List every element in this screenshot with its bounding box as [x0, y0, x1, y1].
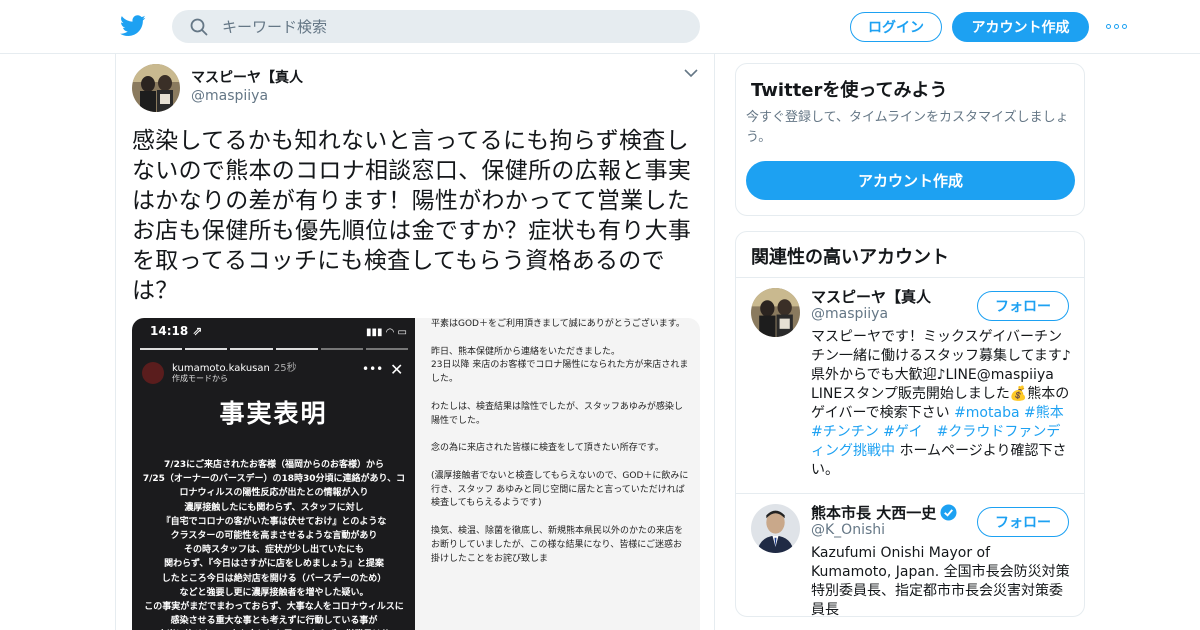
- top-navigation-bar: ログイン アカウント作成: [0, 0, 1200, 54]
- story-username: kumamoto.kakusan 25秒: [172, 363, 297, 374]
- related-title: 関連性の高いアカウント: [751, 247, 949, 268]
- story-close-icon: ✕: [390, 360, 404, 379]
- related-account-item: マスピーヤ【真人 @maspiiya フォロー マスピーヤです！ミックスゲイバー…: [736, 278, 1084, 494]
- tweet-media[interactable]: 14:18 ⇗ ▮▮▮ ◠ ▭ kumamoto.kakusan 25秒 作成モー…: [132, 318, 700, 630]
- author-name[interactable]: マスピーヤ【真人: [191, 67, 303, 87]
- tweet-text: 感染してるかも知れないと言ってるにも拘らず検査しないので熊本のコロナ相談窓口、保…: [132, 128, 692, 304]
- related-accounts-card: 関連性の高いアカウント マスピーヤ【真人 @maspiiya フォロー マスピー…: [735, 231, 1085, 617]
- story-subtitle: 作成モードから: [172, 374, 228, 383]
- follow-button[interactable]: フォロー: [977, 507, 1069, 537]
- search-input[interactable]: [222, 10, 682, 43]
- account-handle[interactable]: @maspiiya: [811, 306, 888, 322]
- notice-body-text: 平素はGOD＋をご利用頂きまして誠にありがとうございます。 昨日、熊本保健所から…: [431, 319, 689, 564]
- twitter-bird-logo-icon[interactable]: [120, 14, 146, 38]
- account-bio: マスピーヤです！ミックスゲイバーチンチン一緒に働けるスタッフ募集してます♪県外か…: [811, 329, 1071, 478]
- story-avatar: [142, 362, 164, 384]
- account-bio: Kazufumi Onishi Mayor of Kumamoto, Japan…: [811, 545, 1070, 617]
- promo-title: Twitterを使ってみよう: [751, 80, 948, 101]
- chevron-down-icon[interactable]: [684, 68, 698, 78]
- status-icons: ▮▮▮ ◠ ▭: [365, 327, 407, 338]
- account-avatar[interactable]: [751, 504, 800, 553]
- story-progress-bars: [140, 348, 409, 350]
- signup-promo-card: Twitterを使ってみよう 今すぐ登録して、タイムラインをカスタマイズしましょ…: [735, 63, 1085, 216]
- verified-badge-icon: [940, 504, 957, 521]
- story-more-icon: •••: [362, 362, 384, 376]
- tweet-card: マスピーヤ【真人 @maspiiya 感染してるかも知れないと言ってるにも拘らず…: [115, 54, 715, 630]
- status-time: 14:18 ⇗: [150, 324, 203, 338]
- account-avatar[interactable]: [751, 288, 800, 337]
- author-handle[interactable]: @maspiiya: [191, 88, 268, 104]
- search-box: [172, 10, 700, 43]
- author-avatar[interactable]: [132, 64, 180, 112]
- promo-signup-button[interactable]: アカウント作成: [746, 161, 1075, 200]
- account-name[interactable]: マスピーヤ【真人: [811, 286, 931, 307]
- story-title: 事実表明: [219, 399, 328, 428]
- more-options-icon[interactable]: [1106, 18, 1130, 34]
- promo-description: 今すぐ登録して、タイムラインをカスタマイズしましょう。: [746, 110, 1069, 145]
- related-account-item: 熊本市長 大西一史 @K_Onishi フォロー Kazufumi Onishi…: [736, 494, 1084, 617]
- follow-button[interactable]: フォロー: [977, 291, 1069, 321]
- search-icon: [190, 18, 208, 36]
- account-name[interactable]: 熊本市長 大西一史: [811, 502, 957, 523]
- media-image-notice-screenshot[interactable]: 平素はGOD＋をご利用頂きまして誠にありがとうございます。 昨日、熊本保健所から…: [415, 318, 700, 630]
- signup-button[interactable]: アカウント作成: [952, 12, 1089, 42]
- media-image-story-screenshot[interactable]: 14:18 ⇗ ▮▮▮ ◠ ▭ kumamoto.kakusan 25秒 作成モー…: [132, 318, 415, 630]
- account-handle[interactable]: @K_Onishi: [811, 522, 885, 538]
- story-body-text: 7/23にご来店されたお客様（福岡からのお客様）から 7/25（オーナーのバース…: [142, 460, 406, 627]
- login-button[interactable]: ログイン: [850, 12, 942, 42]
